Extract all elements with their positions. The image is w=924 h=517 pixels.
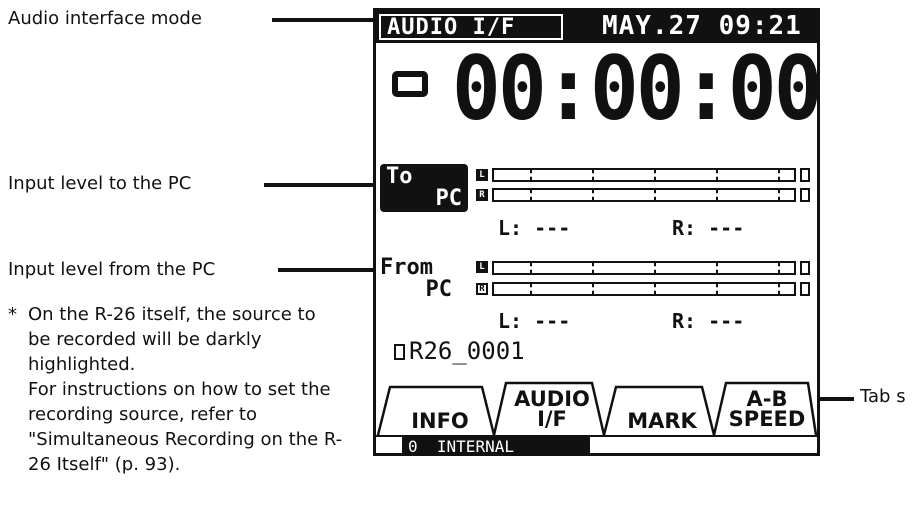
from-pc-left-readout-value: --- bbox=[534, 309, 571, 333]
to-pc-left-readout: L: --- bbox=[498, 216, 570, 240]
source-highlight-note: * On the R-26 itself, the source to be r… bbox=[8, 302, 343, 477]
from-pc-right-peak-indicator bbox=[800, 282, 810, 296]
tab-info[interactable]: INFO bbox=[390, 409, 490, 433]
input-to-pc-leader-line bbox=[264, 183, 376, 187]
from-pc-left-readout-label: L: bbox=[498, 309, 523, 333]
tab-audio-if-label-1: AUDIO bbox=[514, 387, 590, 411]
tab-ab-speed-label-2: SPEED bbox=[728, 407, 806, 431]
from-pc-line1: From bbox=[380, 255, 433, 280]
from-pc-right-channel-icon: R bbox=[476, 283, 488, 295]
to-pc-left-channel-icon: L bbox=[476, 169, 488, 181]
to-pc-right-readout-value: --- bbox=[708, 216, 745, 240]
to-pc-source-label[interactable]: To PC bbox=[380, 164, 468, 212]
from-pc-left-channel-icon: L bbox=[476, 261, 488, 273]
to-pc-right-readout: R: --- bbox=[672, 216, 744, 240]
tab-ab-speed-label-1: A-B bbox=[746, 387, 788, 411]
tab-mark-label: MARK bbox=[627, 409, 697, 433]
tabs-callout: Tab s bbox=[860, 386, 906, 407]
to-pc-right-peak-indicator bbox=[800, 188, 810, 202]
tab-ab-speed[interactable]: A-B SPEED bbox=[718, 387, 816, 431]
from-pc-right-level-meter bbox=[492, 282, 796, 296]
to-pc-left-readout-value: --- bbox=[534, 216, 571, 240]
status-number: 0 bbox=[408, 437, 418, 456]
input-from-pc-callout: Input level from the PC bbox=[8, 259, 216, 280]
status-bottom-bar: 0 INTERNAL bbox=[376, 435, 817, 456]
input-source-chip: 0 INTERNAL bbox=[402, 437, 590, 456]
from-pc-right-readout-label: R: bbox=[672, 309, 697, 333]
to-pc-line1: To bbox=[386, 164, 413, 189]
lcd-screen: AUDIO I/F MAY.27 09:21 00:00:00.0 To PC … bbox=[373, 8, 820, 456]
time-counter: 00:00:00.0 bbox=[452, 37, 820, 140]
tab-info-label: INFO bbox=[411, 409, 469, 433]
tab-audio-if[interactable]: AUDIO I/F bbox=[502, 387, 602, 431]
tabs-leader-line bbox=[818, 397, 854, 401]
from-pc-left-level-meter bbox=[492, 261, 796, 275]
from-pc-line2: PC bbox=[425, 277, 453, 302]
from-pc-source-label[interactable]: From PC bbox=[380, 257, 470, 301]
note-asterisk: * bbox=[8, 304, 17, 325]
filename-row: R26_0001 bbox=[394, 337, 525, 365]
to-pc-right-readout-label: R: bbox=[672, 216, 697, 240]
tab-mark[interactable]: MARK bbox=[612, 409, 712, 433]
from-pc-left-readout: L: --- bbox=[498, 309, 570, 333]
input-to-pc-callout: Input level to the PC bbox=[8, 173, 192, 194]
to-pc-left-peak-indicator bbox=[800, 168, 810, 182]
status-text: INTERNAL bbox=[436, 437, 514, 456]
from-pc-right-readout: R: --- bbox=[672, 309, 744, 333]
from-pc-right-readout-value: --- bbox=[708, 309, 745, 333]
filename-text: R26_0001 bbox=[409, 337, 525, 365]
to-pc-left-readout-label: L: bbox=[498, 216, 523, 240]
note-paragraph-1: On the R-26 itself, the source to be rec… bbox=[28, 304, 316, 375]
to-pc-right-channel-icon: R bbox=[476, 189, 488, 201]
to-pc-line2: PC bbox=[435, 186, 463, 211]
note-paragraph-2: For instructions on how to set the recor… bbox=[28, 379, 343, 475]
tab-audio-if-label-2: I/F bbox=[537, 407, 567, 431]
stop-icon bbox=[392, 71, 428, 97]
to-pc-left-level-meter bbox=[492, 168, 796, 182]
from-pc-left-peak-indicator bbox=[800, 261, 810, 275]
to-pc-right-level-meter bbox=[492, 188, 796, 202]
audio-interface-mode-callout: Audio interface mode bbox=[8, 8, 202, 29]
audio-mode-leader-line bbox=[272, 18, 376, 22]
file-icon bbox=[394, 344, 405, 360]
input-from-pc-leader-line bbox=[278, 268, 376, 272]
